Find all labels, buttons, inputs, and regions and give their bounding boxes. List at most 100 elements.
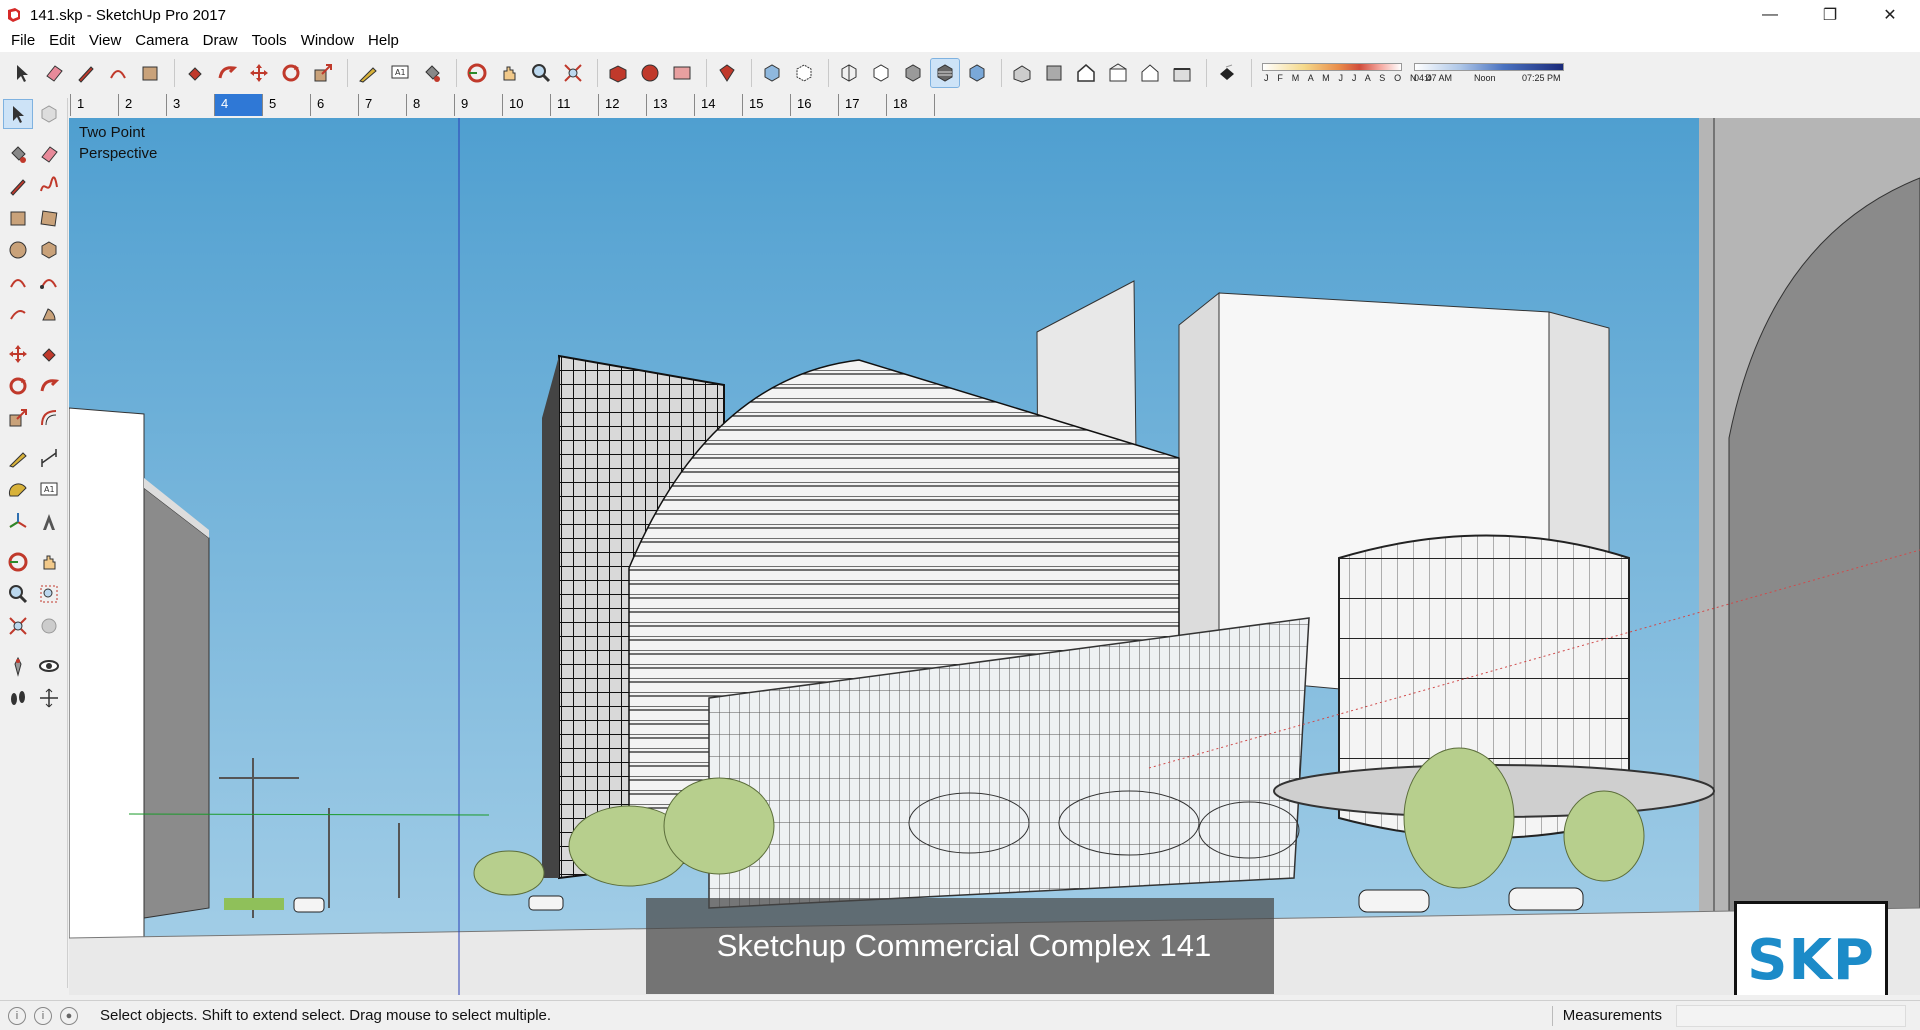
scene-tab-11[interactable]: 11: [550, 94, 598, 116]
layout-button[interactable]: [668, 59, 696, 87]
paint-bucket-button[interactable]: [418, 59, 446, 87]
walk-tool[interactable]: [4, 684, 32, 712]
pan-button[interactable]: [495, 59, 523, 87]
extension-warehouse-button[interactable]: [636, 59, 664, 87]
3d-text-tool[interactable]: [36, 508, 64, 536]
move-button[interactable]: [245, 59, 273, 87]
left-view-button[interactable]: [1168, 59, 1196, 87]
xray-button[interactable]: [758, 59, 786, 87]
zoom-tool[interactable]: [4, 580, 32, 608]
select-button[interactable]: [8, 59, 36, 87]
back-edges-button[interactable]: [790, 59, 818, 87]
geolocation-icon[interactable]: i: [8, 1006, 26, 1025]
scene-tab-8[interactable]: 8: [406, 94, 454, 116]
back-view-button[interactable]: [1136, 59, 1164, 87]
zoom-extents-button[interactable]: [559, 59, 587, 87]
iso-view-button[interactable]: [1008, 59, 1036, 87]
scene-tab-16[interactable]: 16: [790, 94, 838, 116]
orbit-tool[interactable]: [4, 548, 32, 576]
shaded-button[interactable]: [899, 59, 927, 87]
tape-measure-button[interactable]: [354, 59, 382, 87]
text-tool[interactable]: A1: [36, 476, 64, 504]
scene-tab-5[interactable]: 5: [262, 94, 310, 116]
scene-tab-17[interactable]: 17: [838, 94, 886, 116]
model-viewport[interactable]: Two Point Perspective Sketchup Commercia…: [69, 118, 1920, 995]
menu-draw[interactable]: Draw: [196, 30, 245, 52]
monochrome-button[interactable]: [963, 59, 991, 87]
arc-tool[interactable]: [4, 268, 32, 296]
menu-file[interactable]: File: [4, 30, 42, 52]
credits-icon[interactable]: i: [34, 1006, 52, 1025]
rectangle-button[interactable]: [136, 59, 164, 87]
scene-tab-7[interactable]: 7: [358, 94, 406, 116]
follow-me-tool[interactable]: [36, 372, 64, 400]
right-view-button[interactable]: [1104, 59, 1132, 87]
menu-tools[interactable]: Tools: [245, 30, 294, 52]
rotate-tool[interactable]: [4, 372, 32, 400]
dimension-tool[interactable]: [36, 444, 64, 472]
scene-tab-13[interactable]: 13: [646, 94, 694, 116]
rotate-button[interactable]: [277, 59, 305, 87]
scene-tab-12[interactable]: 12: [598, 94, 646, 116]
close-button[interactable]: ✕: [1860, 0, 1920, 30]
scene-tab-18[interactable]: 18: [886, 94, 934, 116]
menu-window[interactable]: Window: [294, 30, 361, 52]
pencil-button[interactable]: [72, 59, 100, 87]
2pt-arc-tool[interactable]: [36, 268, 64, 296]
scene-tab-3[interactable]: 3: [166, 94, 214, 116]
shadow-time-slider[interactable]: 04:47 AM Noon 07:25 PM: [1414, 60, 1564, 86]
rotated-rectangle-tool[interactable]: [36, 204, 64, 232]
scene-tab-9[interactable]: 9: [454, 94, 502, 116]
shaded-textures-button[interactable]: [930, 58, 960, 88]
pan-tool[interactable]: [36, 548, 64, 576]
push-pull-tool[interactable]: [36, 340, 64, 368]
select-tool[interactable]: [3, 99, 33, 129]
look-around-tool[interactable]: [36, 652, 64, 680]
orbit-button[interactable]: [463, 59, 491, 87]
minimize-button[interactable]: —: [1740, 0, 1800, 30]
section-plane-tool[interactable]: [36, 684, 64, 712]
measurements-input[interactable]: [1676, 1005, 1906, 1027]
arc-button[interactable]: [104, 59, 132, 87]
circle-tool[interactable]: [4, 236, 32, 264]
pie-tool[interactable]: [36, 300, 64, 328]
tape-measure-tool[interactable]: [4, 444, 32, 472]
scene-tab-2[interactable]: 2: [118, 94, 166, 116]
scale-tool[interactable]: [4, 404, 32, 432]
3d-warehouse-button[interactable]: [604, 59, 632, 87]
zoom-extents-tool[interactable]: [4, 612, 32, 640]
front-view-button[interactable]: [1072, 59, 1100, 87]
menu-edit[interactable]: Edit: [42, 30, 82, 52]
offset-tool[interactable]: [36, 404, 64, 432]
menu-help[interactable]: Help: [361, 30, 406, 52]
scene-tab-4[interactable]: 4: [214, 94, 262, 116]
position-camera-tool[interactable]: [4, 652, 32, 680]
follow-me-button[interactable]: [213, 59, 241, 87]
wireframe-button[interactable]: [835, 59, 863, 87]
user-account-icon[interactable]: ●: [60, 1006, 78, 1025]
scene-tab-14[interactable]: 14: [694, 94, 742, 116]
menu-view[interactable]: View: [82, 30, 128, 52]
component-tool[interactable]: [36, 100, 64, 128]
eraser-button[interactable]: [40, 59, 68, 87]
extension-manager-button[interactable]: [713, 59, 741, 87]
previous-view-tool[interactable]: [36, 612, 64, 640]
menu-camera[interactable]: Camera: [128, 30, 195, 52]
scene-tab-15[interactable]: 15: [742, 94, 790, 116]
rectangle-tool[interactable]: [4, 204, 32, 232]
top-view-button[interactable]: [1040, 59, 1068, 87]
move-tool[interactable]: [4, 340, 32, 368]
3pt-arc-tool[interactable]: [4, 300, 32, 328]
paint-bucket-tool[interactable]: [4, 140, 32, 168]
shadows-toggle-button[interactable]: [1213, 59, 1241, 87]
protractor-tool[interactable]: [4, 476, 32, 504]
line-tool[interactable]: [4, 172, 32, 200]
scene-tab-10[interactable]: 10: [502, 94, 550, 116]
shadow-month-slider[interactable]: J F M A M J J A S O N D: [1262, 60, 1432, 86]
axes-tool[interactable]: [4, 508, 32, 536]
text-button[interactable]: A1: [386, 59, 414, 87]
restore-button[interactable]: ❐: [1800, 0, 1860, 30]
zoom-button[interactable]: [527, 59, 555, 87]
scale-button[interactable]: [309, 59, 337, 87]
scene-tab-6[interactable]: 6: [310, 94, 358, 116]
